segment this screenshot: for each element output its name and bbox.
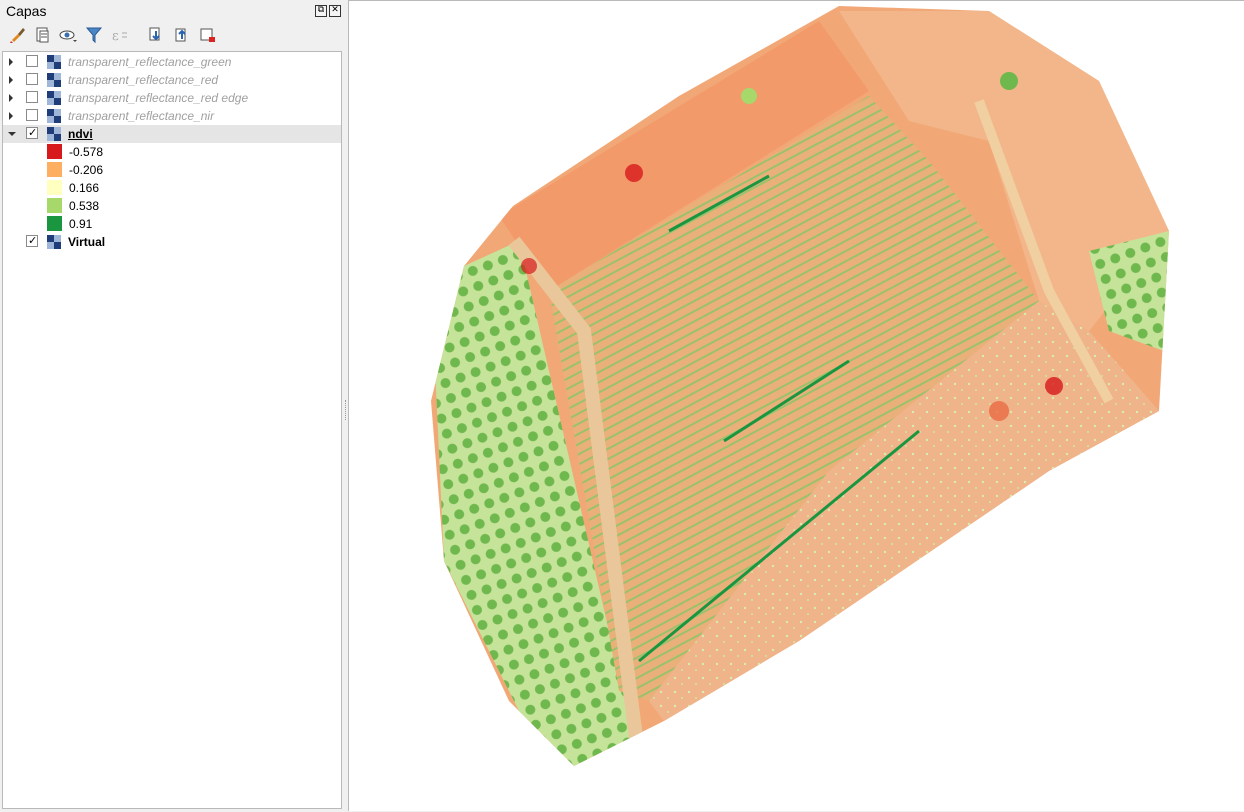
filter-expression-icon[interactable]: ε bbox=[110, 25, 130, 45]
svg-text:ε: ε bbox=[112, 29, 119, 44]
layer-row-transparent-reflectance-red-edge[interactable]: transparent_reflectance_red edge bbox=[3, 89, 341, 107]
checkmark-icon: ✓ bbox=[28, 234, 38, 247]
float-panel-icon[interactable]: ⧉ bbox=[315, 5, 327, 17]
legend-item: -0.206 bbox=[3, 161, 341, 179]
expand-all-icon[interactable] bbox=[146, 25, 166, 45]
layer-visibility-checkbox[interactable] bbox=[26, 109, 38, 121]
raster-layer-icon bbox=[47, 73, 61, 87]
legend-item: 0.538 bbox=[3, 197, 341, 215]
hotspot bbox=[989, 401, 1009, 421]
style-brush-icon[interactable] bbox=[8, 25, 28, 45]
legend-swatch bbox=[47, 180, 62, 195]
layer-row-transparent-reflectance-nir[interactable]: transparent_reflectance_nir bbox=[3, 107, 341, 125]
legend-item: 0.91 bbox=[3, 215, 341, 233]
hotspot bbox=[521, 258, 537, 274]
layer-name: Virtual bbox=[68, 235, 106, 249]
panel-title: Capas bbox=[6, 3, 47, 19]
close-panel-icon[interactable]: ✕ bbox=[329, 5, 341, 17]
legend-value: -0.578 bbox=[69, 145, 104, 159]
raster-layer-icon bbox=[47, 127, 61, 141]
legend-value: 0.538 bbox=[69, 199, 100, 213]
raster-layer-icon bbox=[47, 91, 61, 105]
layers-toolbar: ε bbox=[6, 25, 336, 47]
legend-swatch bbox=[47, 198, 62, 213]
layer-row-virtual[interactable]: ✓ Virtual bbox=[3, 233, 341, 251]
layer-visibility-checkbox[interactable]: ✓ bbox=[26, 234, 38, 247]
green-patch bbox=[1000, 72, 1018, 90]
raster-layer-icon bbox=[47, 235, 61, 249]
layer-visibility-checkbox[interactable]: ✓ bbox=[26, 126, 38, 139]
layers-panel: Capas ⧉ ✕ ε transparent_reflectance_gree… bbox=[0, 0, 344, 811]
raster-layer-icon bbox=[47, 55, 61, 69]
green-patch bbox=[741, 88, 757, 104]
expand-arrow-icon[interactable] bbox=[9, 94, 13, 102]
ndvi-raster bbox=[431, 6, 1169, 766]
expand-arrow-icon[interactable] bbox=[9, 112, 13, 120]
layer-name: transparent_reflectance_red edge bbox=[68, 91, 249, 105]
legend-swatch bbox=[47, 162, 62, 177]
layer-visibility-checkbox[interactable] bbox=[26, 73, 38, 85]
remove-layer-icon[interactable] bbox=[198, 25, 218, 45]
hotspot bbox=[1045, 377, 1063, 395]
legend-item: -0.578 bbox=[3, 143, 341, 161]
layer-row-transparent-reflectance-green[interactable]: transparent_reflectance_green bbox=[3, 53, 341, 71]
layer-name: transparent_reflectance_green bbox=[68, 55, 232, 69]
legend-item: 0.166 bbox=[3, 179, 341, 197]
layer-visibility-checkbox[interactable] bbox=[26, 91, 38, 103]
layer-row-transparent-reflectance-red[interactable]: transparent_reflectance_red bbox=[3, 71, 341, 89]
collapse-all-icon[interactable] bbox=[172, 25, 192, 45]
legend-swatch bbox=[47, 216, 62, 231]
layer-visibility-checkbox[interactable] bbox=[26, 55, 38, 67]
filter-icon[interactable] bbox=[84, 25, 104, 45]
expand-arrow-icon[interactable] bbox=[9, 58, 13, 66]
legend-value: -0.206 bbox=[69, 163, 104, 177]
layer-tree: transparent_reflectance_green transparen… bbox=[2, 51, 342, 809]
layer-name: ndvi bbox=[68, 127, 93, 141]
legend-swatch bbox=[47, 144, 62, 159]
collapse-arrow-icon[interactable] bbox=[8, 132, 16, 136]
visibility-eye-icon[interactable] bbox=[58, 25, 78, 45]
expand-arrow-icon[interactable] bbox=[9, 76, 13, 84]
legend-value: 0.91 bbox=[69, 217, 93, 231]
raster-layer-icon bbox=[47, 109, 61, 123]
map-canvas[interactable] bbox=[348, 0, 1244, 811]
layer-name: transparent_reflectance_red bbox=[68, 73, 219, 87]
layer-name: transparent_reflectance_nir bbox=[68, 109, 215, 123]
layer-row-ndvi[interactable]: ✓ ndvi bbox=[3, 125, 341, 143]
add-group-icon[interactable] bbox=[32, 25, 52, 45]
legend-value: 0.166 bbox=[69, 181, 100, 195]
hotspot bbox=[625, 164, 643, 182]
checkmark-icon: ✓ bbox=[28, 126, 38, 139]
